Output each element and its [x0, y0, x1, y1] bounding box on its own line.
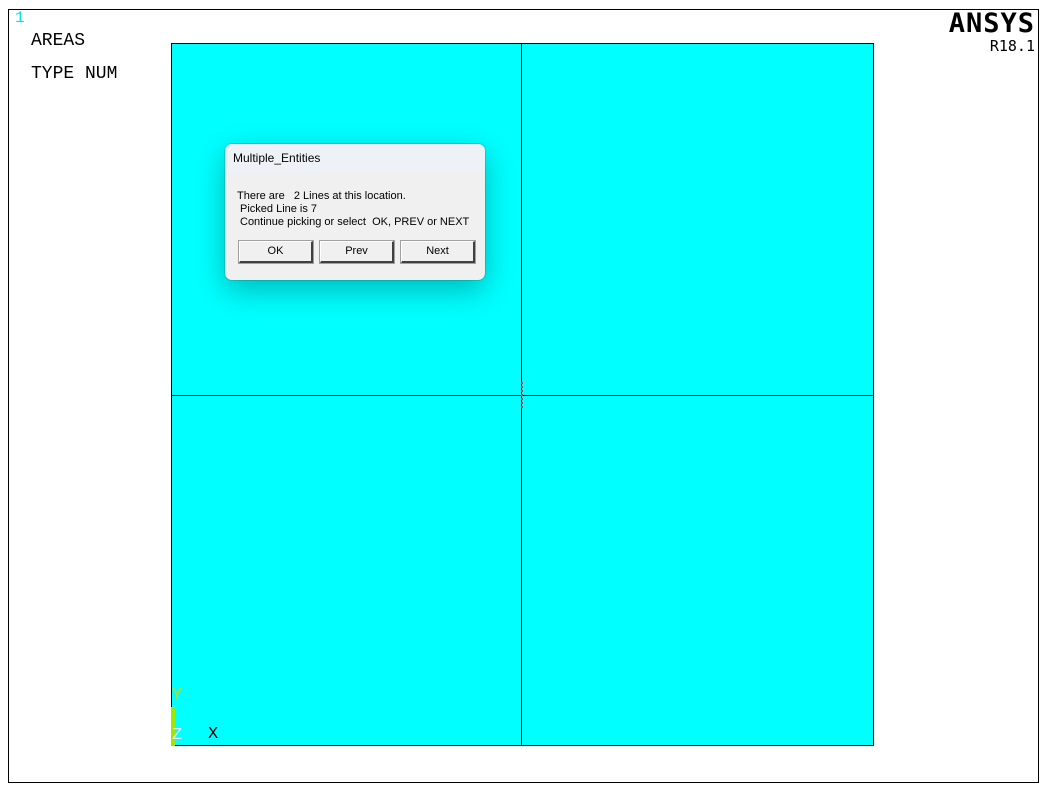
ok-button[interactable]: OK — [238, 240, 314, 264]
release-version: R18.1 — [989, 37, 1035, 55]
area-top-right[interactable] — [522, 43, 874, 396]
dialog-message-line-3: Continue picking or select OK, PREV or N… — [240, 216, 470, 228]
next-button[interactable]: Next — [400, 240, 476, 264]
area-bottom-left[interactable] — [171, 396, 522, 746]
dialog-message-line-2: Picked Line is 7 — [240, 203, 318, 215]
plot-title-areas: AREAS — [31, 31, 86, 51]
triad-z-label: Z — [172, 726, 183, 745]
center-keypoint-marker — [521, 382, 523, 408]
dialog-title[interactable]: Multiple_Entities — [225, 144, 485, 173]
area-bottom-right[interactable] — [522, 396, 874, 746]
ansys-logo: ANSYS — [948, 8, 1035, 39]
plot-subtitle-type-num: TYPE NUM — [31, 64, 118, 84]
window-number: 1 — [15, 9, 25, 27]
dialog-message-line-1: There are 2 Lines at this location. — [237, 190, 406, 202]
triad-y-label: Y — [172, 686, 183, 705]
prev-button[interactable]: Prev — [319, 240, 395, 264]
triad-x-label: X — [208, 725, 219, 744]
multiple-entities-dialog[interactable]: Multiple_Entities There are 2 Lines at t… — [225, 144, 485, 280]
